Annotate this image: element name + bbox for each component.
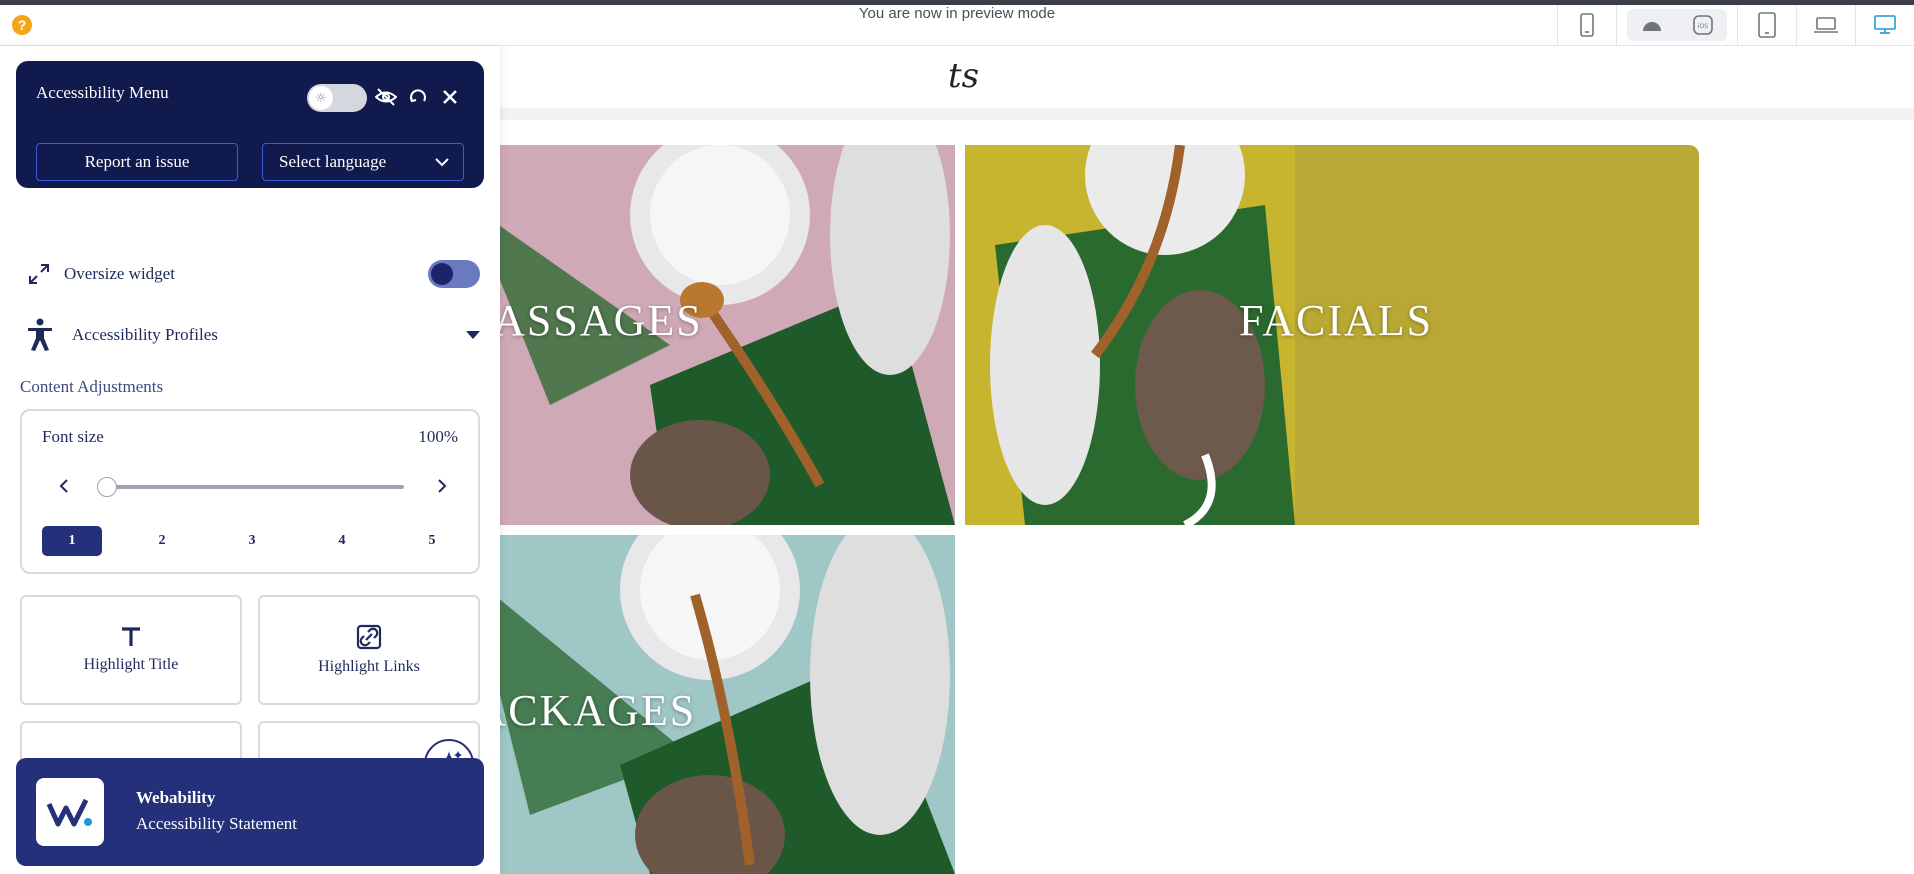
- highlight-links-button[interactable]: Highlight Links: [258, 595, 480, 705]
- font-size-label: Font size: [42, 427, 104, 446]
- highlight-links-label: Highlight Links: [318, 658, 420, 675]
- tablet-icon: [1758, 12, 1776, 38]
- chevron-right-icon: [438, 479, 447, 493]
- font-size-slider[interactable]: [97, 477, 404, 497]
- tile-massages-label: MASSAGES: [470, 296, 703, 345]
- tile-packages[interactable]: PACKAGES: [470, 535, 955, 874]
- device-mobile-button[interactable]: [1557, 5, 1616, 45]
- webability-logo: [36, 778, 104, 846]
- sun-icon: ☼: [309, 86, 333, 110]
- font-size-step[interactable]: 2: [132, 526, 192, 556]
- laptop-icon: [1814, 17, 1838, 33]
- ios-icon[interactable]: iOS: [1693, 15, 1713, 35]
- close-button[interactable]: [438, 85, 462, 109]
- caret-down-icon: [466, 330, 480, 339]
- theme-toggle[interactable]: ☼: [307, 84, 367, 112]
- title-icon: [122, 627, 140, 646]
- font-size-step[interactable]: 5: [402, 526, 462, 556]
- tile-facials-label: FACIALS: [1239, 296, 1434, 345]
- preview-bar: ? You are now in preview mode iOS: [0, 5, 1914, 46]
- device-native-group: iOS: [1616, 5, 1737, 45]
- webability-footer[interactable]: Webability Accessibility Statement: [16, 758, 484, 866]
- font-size-slider-thumb[interactable]: [97, 477, 117, 497]
- oversize-widget-row[interactable]: Oversize widget: [0, 254, 500, 294]
- chevron-down-icon: [435, 157, 449, 166]
- desktop-icon: [1874, 15, 1896, 34]
- device-laptop-button[interactable]: [1796, 5, 1855, 45]
- reset-icon: [410, 89, 426, 103]
- ios-icon-label: iOS: [1698, 23, 1708, 30]
- switch-knob: [431, 263, 453, 285]
- language-select[interactable]: Select language: [262, 143, 464, 181]
- eye-slash-icon: [375, 88, 397, 106]
- font-size-decrease-button[interactable]: [54, 476, 74, 496]
- font-size-steps: 12345: [42, 526, 462, 556]
- hide-interface-button[interactable]: [374, 85, 398, 109]
- link-icon: [356, 624, 382, 650]
- chevron-left-icon: [59, 479, 68, 493]
- webability-logo-icon: [46, 798, 92, 827]
- tile-massages[interactable]: MASSAGES: [470, 145, 955, 525]
- tile-facials[interactable]: FACIALS: [965, 145, 1699, 525]
- font-size-step[interactable]: 3: [222, 526, 282, 556]
- language-select-label: Select language: [279, 152, 387, 171]
- mobile-icon: [1580, 13, 1594, 37]
- oversize-widget-switch[interactable]: [428, 260, 480, 288]
- device-switcher: iOS: [1557, 5, 1914, 45]
- font-size-step[interactable]: 1: [42, 526, 102, 556]
- accessibility-profiles-label: Accessibility Profiles: [72, 325, 218, 344]
- close-icon: [443, 90, 457, 104]
- font-size-step[interactable]: 4: [312, 526, 372, 556]
- accessibility-header: Accessibility Menu ☼ Report an issue Sel…: [16, 61, 484, 188]
- accessibility-panel: Accessibility Menu ☼ Report an issue Sel…: [0, 46, 500, 874]
- expand-icon: [29, 264, 49, 284]
- report-issue-button[interactable]: Report an issue: [36, 143, 238, 181]
- oversize-widget-label: Oversize widget: [64, 264, 175, 283]
- font-size-increase-button[interactable]: [432, 476, 452, 496]
- webability-name: Webability: [136, 788, 216, 807]
- android-icon[interactable]: [1641, 17, 1663, 33]
- accessibility-title: Accessibility Menu: [36, 83, 169, 102]
- font-size-value: 100%: [418, 427, 458, 446]
- accessibility-profiles-row[interactable]: Accessibility Profiles: [0, 315, 500, 355]
- content-adjustments-title: Content Adjustments: [20, 377, 164, 396]
- accessibility-person-icon: [28, 318, 52, 351]
- device-desktop-button[interactable]: [1855, 5, 1914, 45]
- reset-button[interactable]: [406, 85, 430, 109]
- device-tablet-button[interactable]: [1737, 5, 1796, 45]
- site-logo[interactable]: ts: [948, 56, 979, 96]
- site-content: MASSAGES FACIALS PACKAGES: [470, 120, 1914, 874]
- accessibility-statement-link[interactable]: Accessibility Statement: [136, 814, 297, 834]
- highlight-title-button[interactable]: Highlight Title: [20, 595, 242, 705]
- highlight-title-label: Highlight Title: [83, 656, 179, 673]
- font-size-card: Font size 100% 12345: [20, 409, 480, 574]
- tile-packages-label: PACKAGES: [470, 686, 697, 735]
